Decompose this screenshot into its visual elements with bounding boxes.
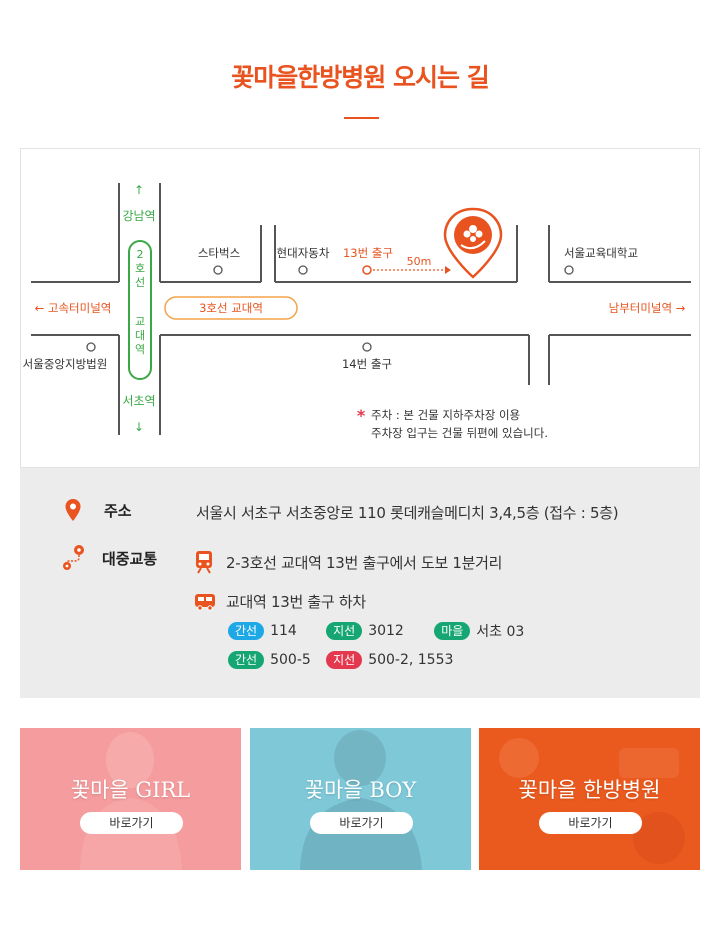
title-divider	[344, 117, 379, 119]
address-row: 주소	[64, 498, 132, 522]
location-map: ↑ ↓ 강남역 서초역 2 호 선 교 대 역 스타벅스 현대자동차 13번 출…	[20, 148, 700, 468]
card-go-button[interactable]: 바로가기	[310, 812, 413, 834]
location-pin-icon	[65, 499, 81, 521]
address-value: 서울시 서초구 서초중앙로 110 롯데캐슬메디치 3,4,5층 (접수 : 5…	[196, 504, 619, 522]
hyundai-marker	[298, 265, 308, 275]
map-label-distance: 50m	[407, 255, 432, 268]
bus-route-number: 114	[270, 623, 297, 639]
hospital-pin-icon	[443, 207, 503, 279]
line2-station-char-2: 대	[135, 329, 145, 342]
transit-label: 대중교통	[102, 549, 158, 568]
subway-text: 2-3호선 교대역 13번 출구에서 도보 1분거리	[226, 553, 503, 572]
map-label-express-terminal: ← 고속터미널역	[35, 301, 112, 315]
map-label-hyundai: 현대자동차	[277, 246, 330, 260]
page-title: 꽃마을한방병원 오시는 길	[231, 63, 489, 92]
map-label-court: 서울중앙지방법원	[23, 357, 108, 371]
card-hospital[interactable]: 꽃마을 한방병원 바로가기	[479, 728, 700, 870]
line2-char-3: 선	[135, 276, 145, 289]
map-label-nambu-terminal: 남부터미널역 →	[609, 301, 686, 315]
map-drawing: ↑ ↓ 강남역 서초역 2 호 선 교 대 역 스타벅스 현대자동차 13번 출…	[23, 183, 691, 440]
map-label-seoul-edu-univ: 서울교육대학교	[564, 246, 638, 260]
bus-type-badge: 지선	[326, 622, 363, 640]
bus-route-number: 서초 03	[476, 624, 525, 640]
card-title: 꽃마을 BOY	[304, 778, 417, 802]
bus-route-row-1: 간선 114 지선 3012 마을 서초 03	[228, 621, 524, 641]
map-label-exit13: 13번 출구	[343, 246, 393, 260]
univ-marker	[564, 265, 574, 275]
map-label-gangnam: 강남역	[122, 209, 155, 223]
info-panel: 주소 서울시 서초구 서초중앙로 110 롯데캐슬메디치 3,4,5층 (접수 …	[20, 468, 700, 698]
transit-row: 대중교통	[62, 544, 157, 572]
card-title: 꽃마을 한방병원	[518, 778, 661, 802]
card-go-button[interactable]: 바로가기	[80, 812, 183, 834]
exit13-marker	[362, 265, 372, 275]
exit14-marker	[362, 342, 372, 352]
subway-train-icon	[196, 551, 212, 574]
bus-type-badge: 간선	[228, 651, 265, 669]
line2-station-char-3: 역	[135, 343, 145, 356]
bus-type-badge: 마을	[434, 622, 471, 640]
arrow-down-icon: ↓	[134, 420, 144, 434]
bus-route-number: 500-2, 1553	[368, 652, 454, 668]
bus-route-number: 3012	[368, 623, 404, 639]
map-label-seocho: 서초역	[122, 394, 155, 408]
bus-text: 교대역 13번 출구 하차	[226, 593, 366, 611]
parking-note-2: 주차장 입구는 건물 뒤편에 있습니다.	[371, 426, 548, 440]
card-girl[interactable]: 꽃마을 GIRL 바로가기	[20, 728, 241, 870]
bus-type-badge: 지선	[326, 651, 363, 669]
map-label-exit14: 14번 출구	[342, 357, 392, 371]
bus-route-row-2: 간선 500-5 지선 500-2, 1553	[228, 651, 453, 669]
walk-arrow-icon	[445, 266, 451, 274]
card-title: 꽃마을 GIRL	[70, 778, 191, 802]
line2-char-1: 2	[137, 248, 144, 261]
court-marker	[86, 342, 96, 352]
bus-row: 교대역 13번 출구 하차	[194, 591, 366, 612]
line2-char-2: 호	[135, 262, 145, 275]
bus-type-badge: 간선	[228, 622, 265, 640]
bus-route-number: 500-5	[270, 652, 311, 668]
bus-icon	[195, 593, 215, 611]
starbucks-marker	[213, 265, 223, 275]
map-label-starbucks: 스타벅스	[198, 246, 240, 260]
card-go-button[interactable]: 바로가기	[539, 812, 642, 834]
parking-asterisk-icon: *	[357, 406, 366, 425]
address-value-row: 서울시 서초구 서초중앙로 110 롯데캐슬메디치 3,4,5층 (접수 : 5…	[196, 502, 619, 523]
route-icon	[63, 545, 84, 570]
address-label: 주소	[104, 501, 132, 520]
map-label-line3: 3호선 교대역	[199, 301, 263, 315]
card-boy[interactable]: 꽃마을 BOY 바로가기	[250, 728, 471, 870]
arrow-up-icon: ↑	[134, 183, 144, 197]
subway-row: 2-3호선 교대역 13번 출구에서 도보 1분거리	[194, 550, 502, 574]
line2-station-char-1: 교	[135, 315, 145, 328]
parking-note-1: 주차 : 본 건물 지하주차장 이용	[371, 408, 520, 422]
